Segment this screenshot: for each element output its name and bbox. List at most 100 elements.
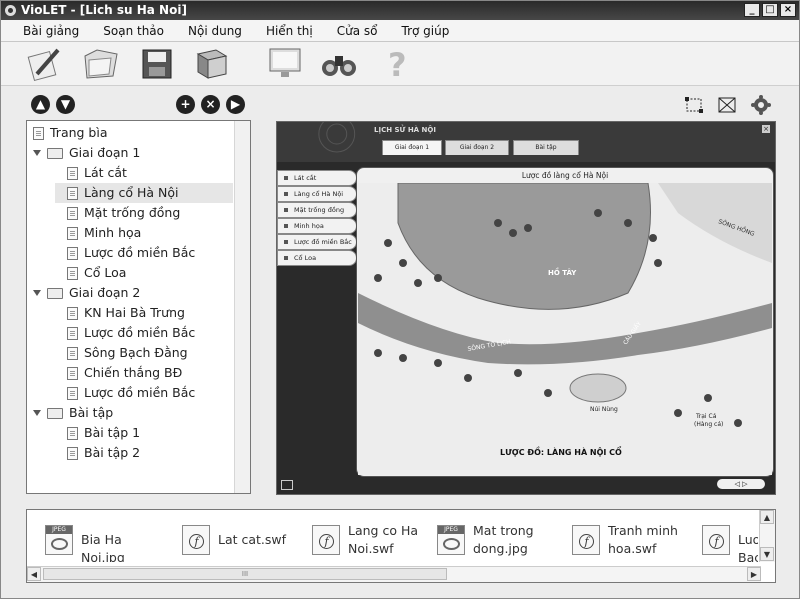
preview-tab-3[interactable]: Bài tập (513, 140, 579, 155)
binoculars-icon[interactable] (319, 44, 359, 82)
select-frame-icon[interactable] (684, 95, 704, 115)
resource-file[interactable]: JPEG Mat trong dong.jpg (437, 522, 557, 562)
jpeg-file-icon: JPEG (45, 525, 73, 555)
minimize-button[interactable]: _ (744, 3, 760, 17)
tree-item[interactable]: Sông Bạch Đằng (67, 343, 188, 363)
scroll-up-icon[interactable]: ▲ (760, 510, 774, 524)
resource-file[interactable]: f Lang co Ha Noi.swf (312, 522, 432, 562)
flash-icon: f (579, 534, 594, 549)
tree-item[interactable]: Bài tập 1 (67, 423, 140, 443)
tree-item[interactable]: Lát cắt (67, 163, 127, 183)
scroll-right-icon[interactable]: ▶ (747, 567, 761, 581)
scroll-left-icon[interactable]: ◀ (27, 567, 41, 581)
resource-file-name: Luoc Bac (738, 532, 758, 562)
resource-file[interactable]: JPEG Bia Ha Noi.jpg (45, 522, 165, 562)
tree-item[interactable]: Cổ Loa (67, 263, 126, 283)
tree-item-label: Giai đoạn 2 (69, 285, 141, 300)
title-bar[interactable]: VioLET - [Lich su Ha Noi] _ □ × (1, 1, 799, 20)
hscroll-thumb[interactable]: III (43, 568, 447, 580)
menu-cua-so[interactable]: Cửa sổ (325, 20, 390, 41)
flash-icon: f (189, 534, 204, 549)
save-disk-icon[interactable] (137, 44, 177, 82)
maximize-button[interactable]: □ (762, 3, 778, 17)
tree-item-label: Lược đồ miền Bắc (84, 245, 196, 260)
forward-icon[interactable]: ▶ (226, 95, 245, 114)
folder-open-icon[interactable] (81, 44, 121, 82)
preview-tab-2[interactable]: Giai đoạn 2 (445, 140, 509, 155)
tree-item[interactable]: Minh họa (67, 223, 141, 243)
resource-file-name: Tranh minh hoa.swf (608, 523, 678, 556)
preview-screen-icon[interactable] (281, 480, 293, 490)
tree-item-label: Bài tập 1 (84, 425, 141, 440)
tree-item-label: Lát cắt (84, 165, 127, 180)
tree-item-label: Minh họa (84, 225, 142, 240)
preview-side-item[interactable]: Làng cổ Hà Nội (277, 186, 357, 202)
menu-tro-giup[interactable]: Trợ giúp (390, 20, 462, 41)
folder-icon (47, 287, 63, 299)
preview-side-menu: Lát cắt Làng cổ Hà Nội Mặt trống đồng Mi… (277, 170, 357, 266)
preview-side-item[interactable]: Mặt trống đồng (277, 202, 357, 218)
tree-item[interactable]: Bài tập 2 (67, 443, 140, 463)
page-icon (67, 366, 78, 380)
gear-icon[interactable] (751, 95, 771, 115)
page-icon (67, 246, 78, 260)
preview-side-item[interactable]: Minh họa (277, 218, 357, 234)
preview-side-item[interactable]: Lược đồ miền Bắc (277, 234, 357, 250)
move-down-icon[interactable]: ▼ (56, 95, 75, 114)
lesson-tree: Trang bìa Giai đoạn 1 Lát cắt Làng cổ Hà Nộ… (26, 120, 251, 494)
help-question-icon[interactable]: ? (376, 44, 416, 82)
delete-icon[interactable]: × (201, 95, 220, 114)
preview-tab-1[interactable]: Giai đoạn 1 (382, 140, 442, 155)
tree-item[interactable]: Trang bìa (33, 123, 108, 143)
preview-pager[interactable]: ◁ ▷ (717, 479, 765, 489)
expand-arrow-icon[interactable] (33, 410, 41, 416)
page-icon (67, 446, 78, 460)
resource-panel: JPEG Bia Ha Noi.jpg f Lat cat.swf f Lang co H… (26, 509, 776, 583)
tree-item[interactable]: Giai đoạn 2 (33, 283, 140, 303)
tree-scrollbar[interactable] (234, 121, 250, 493)
violet-app-icon (5, 5, 16, 16)
menu-bai-giang[interactable]: Bài giảng (11, 20, 91, 41)
tree-item-label: KN Hai Bà Trưng (84, 305, 185, 320)
app-window: VioLET - [Lich su Ha Noi] _ □ × Bài giản… (0, 0, 800, 599)
resource-file[interactable]: f Luoc Bac (702, 522, 758, 562)
tree-item[interactable]: Lược đồ miền Bắc (67, 243, 195, 263)
tree-item[interactable]: KN Hai Bà Trưng (67, 303, 185, 323)
preview-side-item[interactable]: Cổ Loa (277, 250, 357, 266)
tree-item[interactable]: Lược đồ miền Bắc (67, 383, 195, 403)
tree-item[interactable]: Chiến thắng BĐ (67, 363, 182, 383)
scroll-down-icon[interactable]: ▼ (760, 547, 774, 561)
menu-noi-dung[interactable]: Nội dung (176, 20, 254, 41)
toolbar: ? (1, 42, 799, 86)
preview-close-icon[interactable]: × (762, 125, 770, 133)
page-icon (67, 266, 78, 280)
add-icon[interactable]: + (176, 95, 195, 114)
tree-item-label: Giai đoạn 1 (69, 145, 141, 160)
preview-side-item[interactable]: Lát cắt (277, 170, 357, 186)
tree-item[interactable]: Bài tập (33, 403, 113, 423)
map-label-nui-nung: Núi Nùng (590, 406, 618, 413)
tree-item[interactable]: Lược đồ miền Bắc (67, 323, 195, 343)
resource-file[interactable]: f Lat cat.swf (182, 522, 302, 562)
resource-file[interactable]: f Tranh minh hoa.swf (572, 522, 692, 562)
close-button[interactable]: × (780, 3, 796, 17)
monitor-icon[interactable] (265, 44, 305, 82)
menu-hien-thi[interactable]: Hiển thị (254, 20, 325, 41)
fit-frame-icon[interactable] (717, 95, 737, 115)
resource-hscrollbar[interactable]: ◀ III ▶ (27, 566, 761, 582)
resource-vscrollbar[interactable]: ▲ ▼ (759, 510, 775, 562)
menu-soan-thao[interactable]: Soạn thảo (91, 20, 176, 41)
tree-item-label: Sông Bạch Đằng (84, 345, 188, 360)
expand-arrow-icon[interactable] (33, 150, 41, 156)
map-label-trai-ca: Trại Cá (695, 413, 717, 420)
tree-item-label: Lược đồ miền Bắc (84, 385, 196, 400)
cube-icon[interactable] (192, 44, 232, 82)
tree-item[interactable]: Làng cổ Hà Nội (55, 183, 233, 203)
pencil-icon[interactable] (25, 44, 65, 82)
resource-file-name: Bia Ha Noi.jpg (81, 532, 125, 562)
expand-arrow-icon[interactable] (33, 290, 41, 296)
tree-item[interactable]: Giai đoạn 1 (33, 143, 140, 163)
tree-item[interactable]: Mặt trống đồng (67, 203, 180, 223)
flash-icon: f (319, 534, 334, 549)
move-up-icon[interactable]: ▲ (31, 95, 50, 114)
